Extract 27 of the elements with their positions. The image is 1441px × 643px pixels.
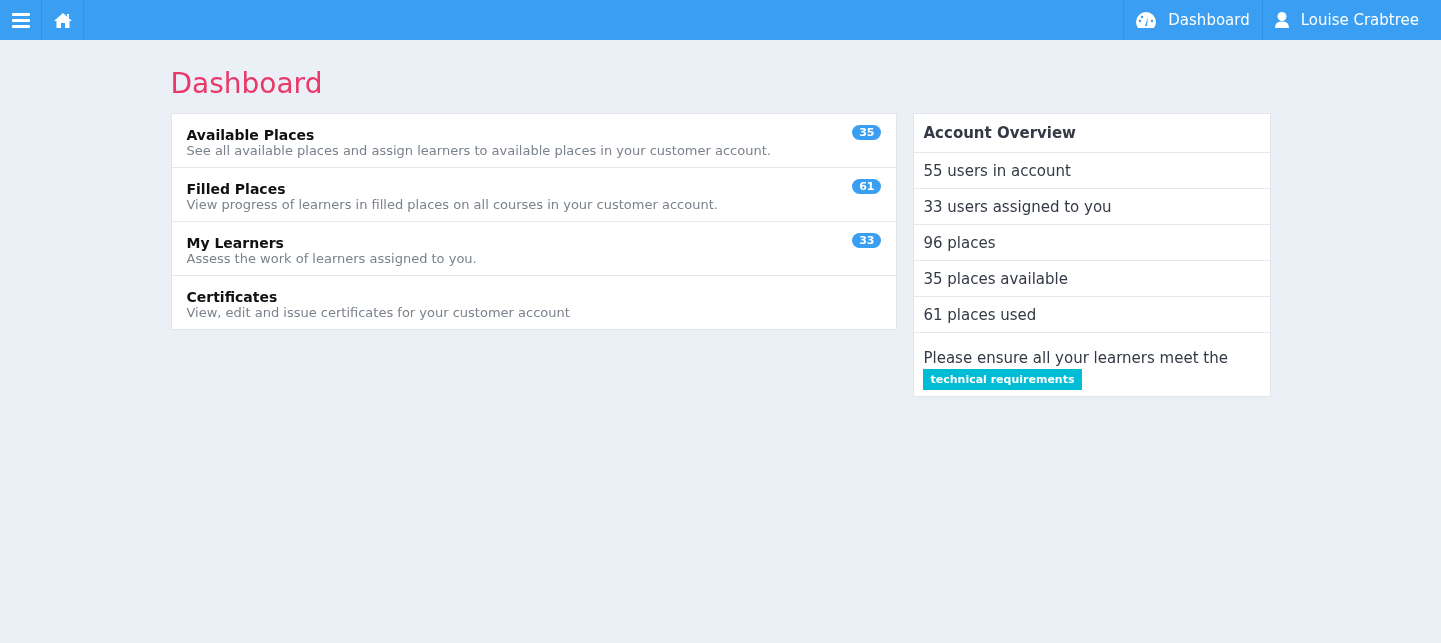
stat-row: 61 places used xyxy=(914,297,1270,333)
menu-list-item[interactable]: My Learners Assess the work of learners assigned to you. 33 xyxy=(171,222,897,276)
item-description: Assess the work of learners assigned to you. xyxy=(186,251,477,266)
count-badge: 35 xyxy=(852,125,882,140)
notice-text: Please ensure all your learners meet the xyxy=(923,349,1228,367)
page-title: Dashboard xyxy=(170,67,324,100)
item-title: My Learners xyxy=(186,235,285,251)
panel-title: Account Overview xyxy=(914,114,1270,153)
stat-row: 55 users in account xyxy=(914,153,1270,189)
item-description: View, edit and issue certificates for your customer account xyxy=(186,305,570,320)
stat-row: 35 places available xyxy=(914,261,1270,297)
menu-list-item[interactable]: Certificates View, edit and issue certificates for your customer account xyxy=(171,276,897,329)
user-icon xyxy=(1274,12,1289,28)
count-badge: 33 xyxy=(852,233,882,248)
item-title: Available Places xyxy=(186,127,316,143)
menu-list-item[interactable]: Available Places See all available places and assign learners to available places in your customer account. 35 xyxy=(171,114,897,168)
menu-icon xyxy=(11,12,30,28)
count-badge: 61 xyxy=(852,179,882,194)
item-description: View progress of learners in filled places on all courses in your customer account. xyxy=(186,197,718,212)
stat-row: 96 places xyxy=(914,225,1270,261)
item-title: Certificates xyxy=(186,289,279,305)
item-title: Filled Places xyxy=(186,181,287,197)
stat-row: 33 users assigned to you xyxy=(914,189,1270,225)
gauge-icon xyxy=(1136,12,1157,28)
item-description: See all available places and assign learners to available places in your customer account. xyxy=(186,143,771,158)
menu-list-item[interactable]: Filled Places View progress of learners in filled places on all courses in your customer account. 61 xyxy=(171,168,897,222)
home-icon xyxy=(53,12,72,28)
